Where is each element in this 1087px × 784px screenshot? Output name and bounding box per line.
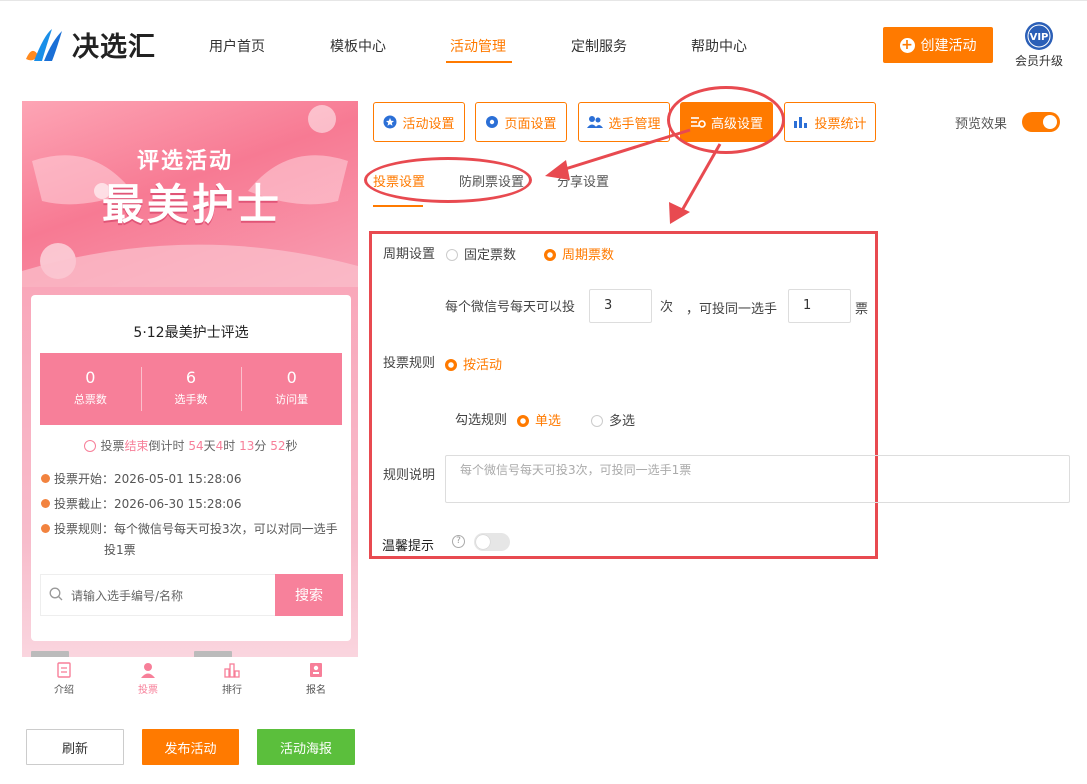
- per-day-votes-input[interactable]: 3: [589, 289, 652, 323]
- rule-desc-textarea[interactable]: 每个微信号每天可投3次，可投同一选手1票: [445, 455, 1070, 503]
- same-player-votes-input[interactable]: 1: [788, 289, 851, 323]
- same-player-label: ，可投同一选手: [686, 302, 778, 317]
- cycle-option-fixed[interactable]: 固定票数: [446, 244, 516, 263]
- radio-icon: [446, 249, 458, 261]
- option-label: 周期票数: [562, 248, 615, 263]
- per-day-unit: 次: [660, 300, 674, 315]
- rule-desc-label: 规则说明: [383, 468, 436, 483]
- rule-option-by-activity[interactable]: 按活动: [445, 354, 502, 373]
- option-label: 按活动: [463, 358, 503, 373]
- same-player-unit: 票: [855, 302, 869, 317]
- radio-checked-icon: [445, 359, 457, 371]
- check-option-multiple[interactable]: 多选: [591, 410, 635, 429]
- check-rule-label: 勾选规则: [455, 413, 508, 428]
- vote-rule-label: 投票规则: [383, 356, 436, 371]
- radio-icon: [591, 415, 603, 427]
- tip-label: 温馨提示: [382, 539, 435, 554]
- help-icon[interactable]: ?: [452, 535, 465, 548]
- check-option-single[interactable]: 单选: [517, 410, 561, 429]
- tip-toggle[interactable]: [474, 533, 510, 551]
- cycle-label: 周期设置: [383, 247, 436, 262]
- option-label: 单选: [535, 414, 562, 429]
- per-day-label: 每个微信号每天可以投: [445, 300, 576, 315]
- radio-checked-icon: [544, 249, 556, 261]
- cycle-option-periodic[interactable]: 周期票数: [544, 244, 614, 263]
- option-label: 固定票数: [464, 248, 517, 263]
- radio-checked-icon: [517, 415, 529, 427]
- option-label: 多选: [609, 414, 636, 429]
- annotation-box: [369, 231, 878, 559]
